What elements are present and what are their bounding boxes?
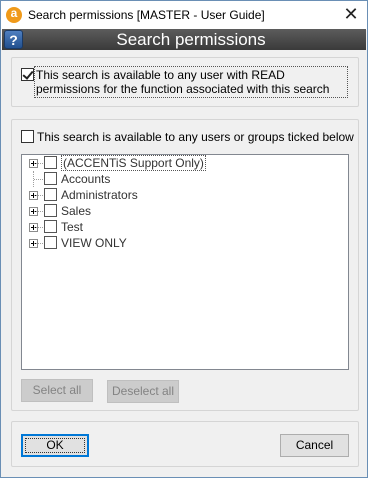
tree-connector xyxy=(34,227,43,228)
tree-item-administrators[interactable]: Administrators xyxy=(22,187,342,203)
tree-connector xyxy=(34,211,43,212)
tree-connector xyxy=(34,163,43,164)
focus-rectangle xyxy=(25,438,85,453)
tree-item-checkbox[interactable] xyxy=(44,204,57,217)
tree-item-label[interactable]: Accounts xyxy=(61,172,110,186)
tree-item-label[interactable]: (ACCENTiS Support Only) xyxy=(61,155,206,171)
users-groups-tree[interactable]: (ACCENTiS Support Only) Accounts Adminis… xyxy=(21,154,349,370)
tree-item-checkbox[interactable] xyxy=(44,156,57,169)
tree-item-sales[interactable]: Sales xyxy=(22,203,342,219)
close-icon[interactable]: ✕ xyxy=(337,3,365,27)
deselect-all-button[interactable]: Deselect all xyxy=(107,380,179,403)
tree-connector xyxy=(34,243,43,244)
tree-item-label[interactable]: Test xyxy=(61,220,83,234)
tree-item-checkbox[interactable] xyxy=(44,172,57,185)
window-title: Search permissions [MASTER - User Guide] xyxy=(28,8,265,22)
help-icon[interactable]: ? xyxy=(4,30,23,49)
tree-item-label[interactable]: Administrators xyxy=(61,188,138,202)
tree-connector xyxy=(34,179,43,180)
read-permissions-label[interactable]: This search is available to any user wit… xyxy=(36,68,348,96)
tree-item-view-only[interactable]: VIEW ONLY xyxy=(22,235,342,251)
app-logo-icon xyxy=(6,6,22,23)
tree-connector xyxy=(34,195,43,196)
selected-users-label[interactable]: This search is available to any users or… xyxy=(37,130,354,144)
cancel-button[interactable]: Cancel xyxy=(280,434,349,457)
header-banner: Search permissions ? xyxy=(2,29,366,50)
tree-item-label[interactable]: VIEW ONLY xyxy=(61,236,127,250)
read-permissions-checkbox[interactable] xyxy=(21,68,34,81)
tree-item-checkbox[interactable] xyxy=(44,220,57,233)
tree-item-checkbox[interactable] xyxy=(44,188,57,201)
tree-item-accentis-support[interactable]: (ACCENTiS Support Only) xyxy=(22,155,342,171)
banner-title: Search permissions xyxy=(116,30,266,49)
tree-item-accounts[interactable]: Accounts xyxy=(22,171,342,187)
dialog-window: Search permissions [MASTER - User Guide]… xyxy=(0,0,368,478)
selected-users-checkbox[interactable] xyxy=(21,130,34,143)
tree-item-label[interactable]: Sales xyxy=(61,204,91,218)
select-all-button[interactable]: Select all xyxy=(21,379,93,402)
tree-item-checkbox[interactable] xyxy=(44,236,57,249)
ok-button[interactable]: OK xyxy=(21,434,89,457)
tree-item-test[interactable]: Test xyxy=(22,219,342,235)
title-bar[interactable]: Search permissions [MASTER - User Guide]… xyxy=(1,1,367,30)
